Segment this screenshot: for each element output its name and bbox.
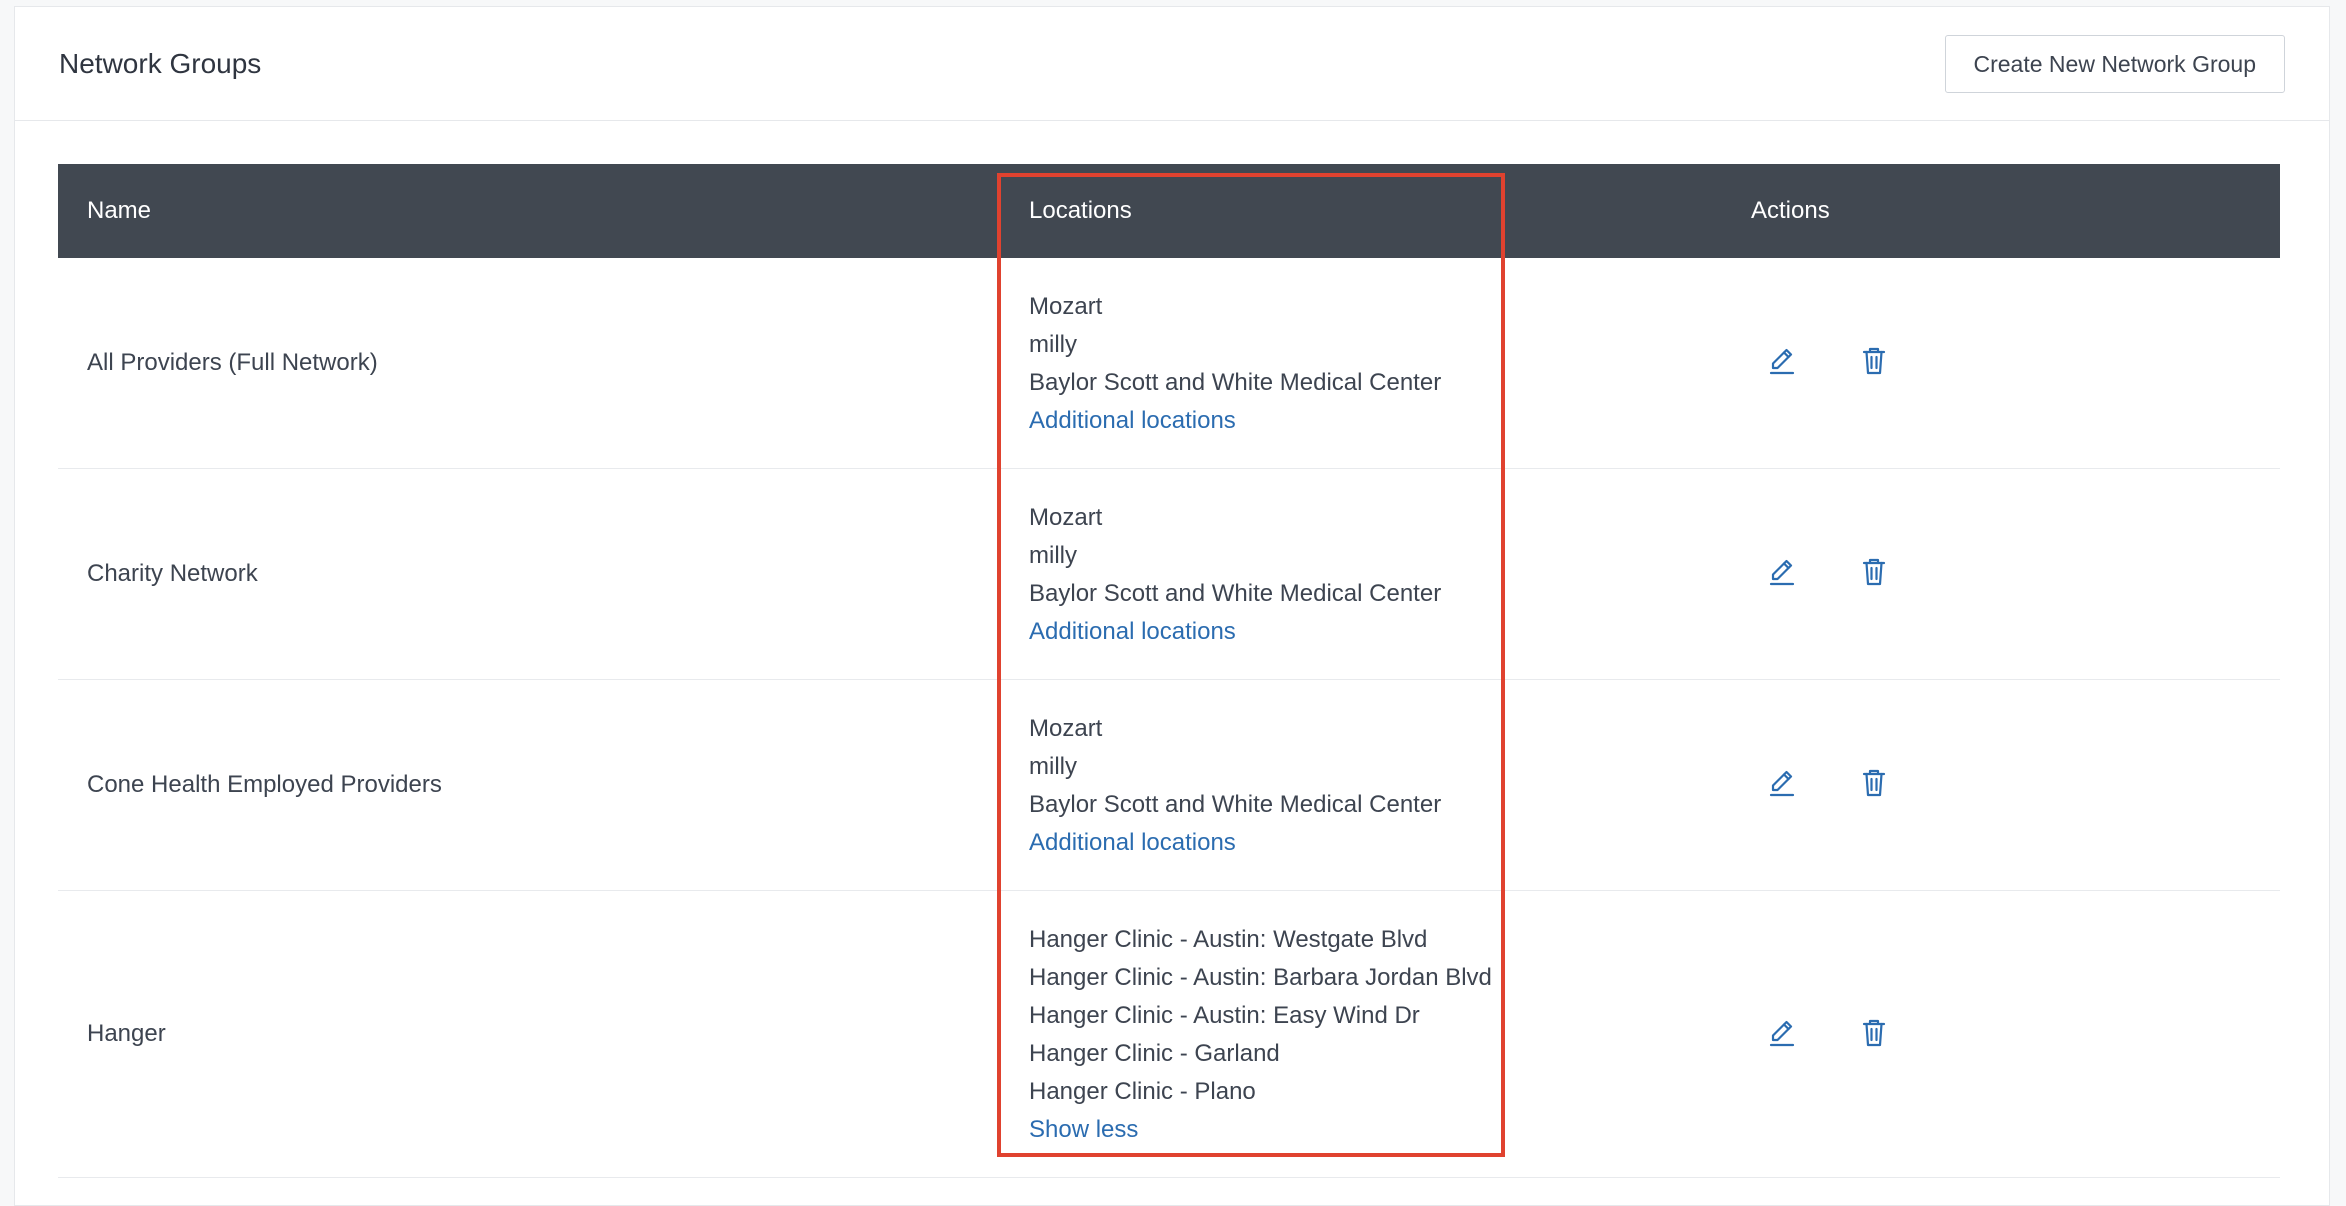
network-group-name: Charity Network [87, 560, 258, 587]
location-item: milly [1029, 753, 1077, 780]
location-item: Hanger Clinic - Garland [1029, 1040, 1280, 1067]
page-title: Network Groups [59, 48, 262, 79]
pencil-edit-icon[interactable] [1764, 765, 1800, 801]
location-item: Baylor Scott and White Medical Center [1029, 580, 1442, 607]
row-actions [1764, 343, 1892, 379]
pencil-edit-icon[interactable] [1764, 343, 1800, 379]
additional-locations-link[interactable]: Additional locations [1029, 402, 1441, 440]
network-group-name: Cone Health Employed Providers [87, 771, 442, 798]
location-item: Baylor Scott and White Medical Center [1029, 369, 1442, 396]
table-row: All Providers (Full Network) Mozart mill… [58, 258, 2280, 469]
location-item: Baylor Scott and White Medical Center [1029, 791, 1442, 818]
table-row: Cone Health Employed Providers Mozart mi… [58, 680, 2280, 891]
pencil-edit-icon[interactable] [1764, 554, 1800, 590]
location-item: Hanger Clinic - Austin: Westgate Blvd [1029, 926, 1428, 953]
location-item: milly [1029, 542, 1077, 569]
table-row: Charity Network Mozart milly Baylor Scot… [58, 469, 2280, 680]
locations-cell: Hanger Clinic - Austin: Westgate Blvd Ha… [1029, 921, 1492, 1149]
locations-cell: Mozart milly Baylor Scott and White Medi… [1029, 710, 1441, 862]
locations-cell: Mozart milly Baylor Scott and White Medi… [1029, 499, 1441, 651]
trash-icon[interactable] [1856, 765, 1892, 801]
create-network-group-button[interactable]: Create New Network Group [1944, 35, 2285, 93]
location-item: Hanger Clinic - Plano [1029, 1078, 1256, 1105]
locations-cell: Mozart milly Baylor Scott and White Medi… [1029, 288, 1441, 440]
column-header-locations[interactable]: Locations [1029, 164, 1132, 258]
row-actions [1764, 554, 1892, 590]
row-actions [1764, 1015, 1892, 1051]
location-item: Hanger Clinic - Austin: Easy Wind Dr [1029, 1002, 1420, 1029]
additional-locations-link[interactable]: Additional locations [1029, 613, 1441, 651]
row-actions [1764, 765, 1892, 801]
network-group-name: All Providers (Full Network) [87, 349, 378, 376]
trash-icon[interactable] [1856, 554, 1892, 590]
show-less-link[interactable]: Show less [1029, 1111, 1492, 1149]
location-item: milly [1029, 331, 1077, 358]
trash-icon[interactable] [1856, 343, 1892, 379]
location-item: Hanger Clinic - Austin: Barbara Jordan B… [1029, 964, 1492, 991]
network-group-name: Hanger [87, 1020, 166, 1047]
table-header: Name Locations Actions [58, 164, 2280, 258]
column-header-name[interactable]: Name [87, 164, 151, 258]
pencil-edit-icon[interactable] [1764, 1015, 1800, 1051]
table-row: Hanger Hanger Clinic - Austin: Westgate … [58, 891, 2280, 1178]
location-item: Mozart [1029, 293, 1103, 320]
column-header-actions: Actions [1751, 197, 1830, 224]
location-item: Mozart [1029, 715, 1103, 742]
location-item: Mozart [1029, 504, 1103, 531]
trash-icon[interactable] [1856, 1015, 1892, 1051]
additional-locations-link[interactable]: Additional locations [1029, 824, 1441, 862]
panel-header: Network Groups Create New Network Group [15, 7, 2329, 121]
